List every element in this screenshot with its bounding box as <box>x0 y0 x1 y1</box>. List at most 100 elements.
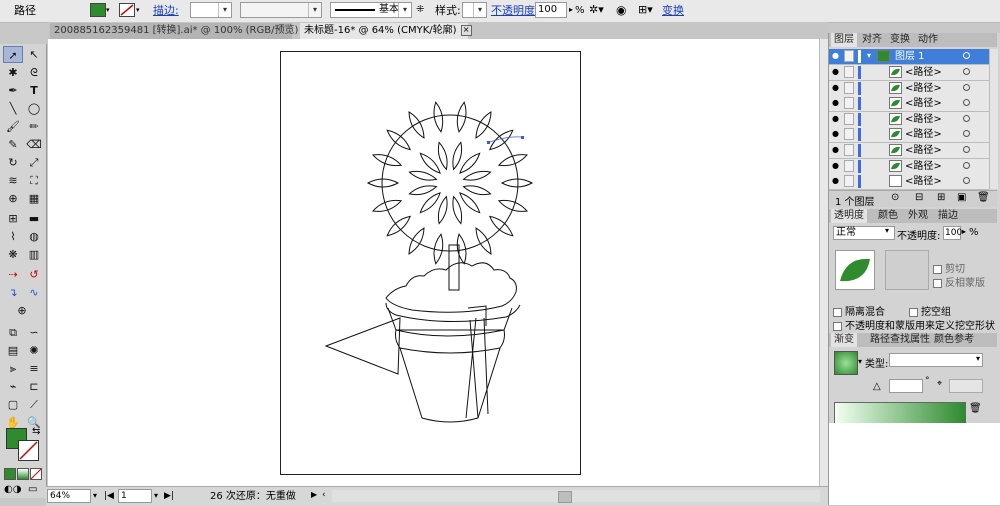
eye-icon[interactable]: ● <box>832 68 841 76</box>
target-icon[interactable] <box>963 130 970 138</box>
last-artboard-icon[interactable]: ▶| <box>164 489 174 503</box>
layer-row[interactable]: ● <路径> <box>829 111 989 128</box>
tab-align[interactable]: 对齐 <box>859 33 885 47</box>
chevron-down-icon[interactable]: ▾ <box>885 226 889 235</box>
leaf-outline[interactable] <box>487 213 515 238</box>
gradient-type-select[interactable]: ▾ <box>889 353 983 367</box>
zoom-select[interactable]: 64% <box>47 489 91 503</box>
leaf-outline[interactable] <box>500 178 534 188</box>
layer-row[interactable]: ● <路径> <box>829 127 989 144</box>
layer-item-label[interactable]: <路径> <box>905 143 942 158</box>
layer-item-label[interactable]: <路径> <box>905 81 942 96</box>
new-sublayer-icon[interactable]: ⊞ <box>937 192 945 203</box>
leaf-outline[interactable] <box>371 151 403 169</box>
object-thumbnail[interactable] <box>835 250 875 290</box>
eye-icon[interactable]: ● <box>832 161 841 169</box>
gradient-angle-input[interactable] <box>889 379 923 393</box>
trash-icon[interactable]: 🗑 <box>969 403 982 414</box>
tab-color-guide[interactable]: 颜色参考 <box>931 333 977 347</box>
leaf-outline[interactable] <box>436 195 450 225</box>
layer-item-label[interactable]: <路径> <box>905 96 942 111</box>
leaf-outline[interactable] <box>450 141 464 171</box>
eye-icon[interactable]: ● <box>832 52 841 60</box>
lock-toggle[interactable] <box>844 159 854 172</box>
chevron-down-icon[interactable]: ▾ <box>93 489 97 503</box>
target-icon[interactable] <box>963 83 970 91</box>
leaf-outline[interactable] <box>462 169 492 183</box>
tab-transform[interactable]: 变换 <box>887 33 913 47</box>
eye-icon[interactable]: ● <box>832 146 841 154</box>
tab-transparency[interactable]: 透明度 <box>831 209 867 223</box>
leaf-outline[interactable] <box>436 141 450 171</box>
target-icon[interactable] <box>963 68 970 75</box>
chevron-down-icon[interactable]: ▾ <box>858 357 862 366</box>
lock-toggle[interactable] <box>844 112 854 125</box>
layer-item-label[interactable]: <路径> <box>905 65 942 80</box>
tab-layers[interactable]: 图层 <box>831 33 857 47</box>
target-icon[interactable] <box>963 177 970 185</box>
leaf-outline[interactable] <box>497 151 529 169</box>
target-icon[interactable] <box>963 52 970 59</box>
scroll-left-icon[interactable]: ‹ <box>322 490 326 500</box>
leaf-outline[interactable] <box>487 127 515 152</box>
layer-row-top[interactable]: ● ▾ 图层 1 <box>829 49 989 65</box>
tab-attributes[interactable]: 属性 <box>907 333 933 347</box>
clipping-mask-icon[interactable]: ⊟ <box>915 192 923 203</box>
leaf-outline[interactable] <box>497 197 529 215</box>
lock-toggle[interactable] <box>844 175 854 188</box>
layers-scrollbar[interactable] <box>989 49 998 189</box>
gradient-aspect-input[interactable] <box>949 379 983 393</box>
layer-item-label[interactable]: <路径> <box>905 174 942 189</box>
first-artboard-icon[interactable]: |◀ <box>104 489 114 503</box>
lock-toggle[interactable] <box>844 97 854 110</box>
layer-row[interactable]: ● <路径> <box>829 143 989 159</box>
new-layer-icon[interactable]: ▣ <box>957 192 966 203</box>
leaf-outline[interactable] <box>462 183 492 197</box>
locate-object-icon[interactable]: ⊙ <box>891 192 899 203</box>
layer-row[interactable]: ● <路径> <box>829 158 989 175</box>
target-icon[interactable] <box>963 146 970 153</box>
lock-toggle[interactable] <box>844 66 854 78</box>
isolate-blending-checkbox[interactable]: 隔离混合 <box>833 303 885 318</box>
knockout-group-checkbox[interactable]: 挖空组 <box>909 303 951 318</box>
artboard-select[interactable]: 1 <box>118 489 152 503</box>
eye-icon[interactable]: ● <box>832 99 841 107</box>
opacity-mask-checkbox[interactable]: 不透明度和蒙版用来定义挖空形状 <box>833 317 995 332</box>
leaf-outline[interactable] <box>473 110 495 140</box>
leaf-outline[interactable] <box>473 226 495 256</box>
lock-toggle[interactable] <box>844 81 854 94</box>
eye-icon[interactable]: ● <box>832 130 841 138</box>
leaf-outline[interactable] <box>371 197 403 215</box>
layer-row[interactable]: ● <路径> <box>829 65 989 81</box>
eye-icon[interactable]: ● <box>832 83 841 91</box>
layer-item-label[interactable]: <路径> <box>905 112 942 127</box>
leaf-outline[interactable] <box>408 183 438 197</box>
horizontal-scrollbar[interactable] <box>332 490 820 503</box>
layer-name[interactable]: 图层 1 <box>895 49 925 64</box>
invert-mask-checkbox[interactable]: 反相蒙版 <box>933 274 985 289</box>
leaf-outline[interactable] <box>385 213 413 238</box>
target-icon[interactable] <box>963 161 970 169</box>
tab-gradient[interactable]: 渐变 <box>831 333 857 347</box>
leaf-outline[interactable] <box>385 127 413 152</box>
status-menu-icon[interactable]: ▶ <box>311 490 317 499</box>
mask-thumbnail[interactable] <box>885 250 929 290</box>
chevron-right-icon[interactable]: ▸ <box>962 227 966 236</box>
lock-toggle[interactable] <box>844 50 854 62</box>
tab-actions[interactable]: 动作 <box>915 33 941 47</box>
lock-toggle[interactable] <box>844 128 854 141</box>
gradient-swatch[interactable] <box>834 351 858 375</box>
target-icon[interactable] <box>963 99 970 107</box>
tab-stroke[interactable]: 描边 <box>935 209 961 223</box>
layer-item-label[interactable]: <路径> <box>905 159 942 174</box>
leaf-outline[interactable] <box>406 226 428 256</box>
leaf-outline[interactable] <box>450 195 464 225</box>
layer-row[interactable]: ● <路径> <box>829 174 989 191</box>
leaf-outline[interactable] <box>406 110 428 140</box>
layer-row[interactable]: ● <路径> <box>829 80 989 97</box>
leaf-outline[interactable] <box>408 169 438 183</box>
eye-icon[interactable]: ● <box>832 177 841 185</box>
tab-color[interactable]: 颜色 <box>875 209 901 223</box>
chevron-down-icon[interactable]: ▾ <box>154 489 158 503</box>
layer-item-label[interactable]: <路径> <box>905 127 942 142</box>
